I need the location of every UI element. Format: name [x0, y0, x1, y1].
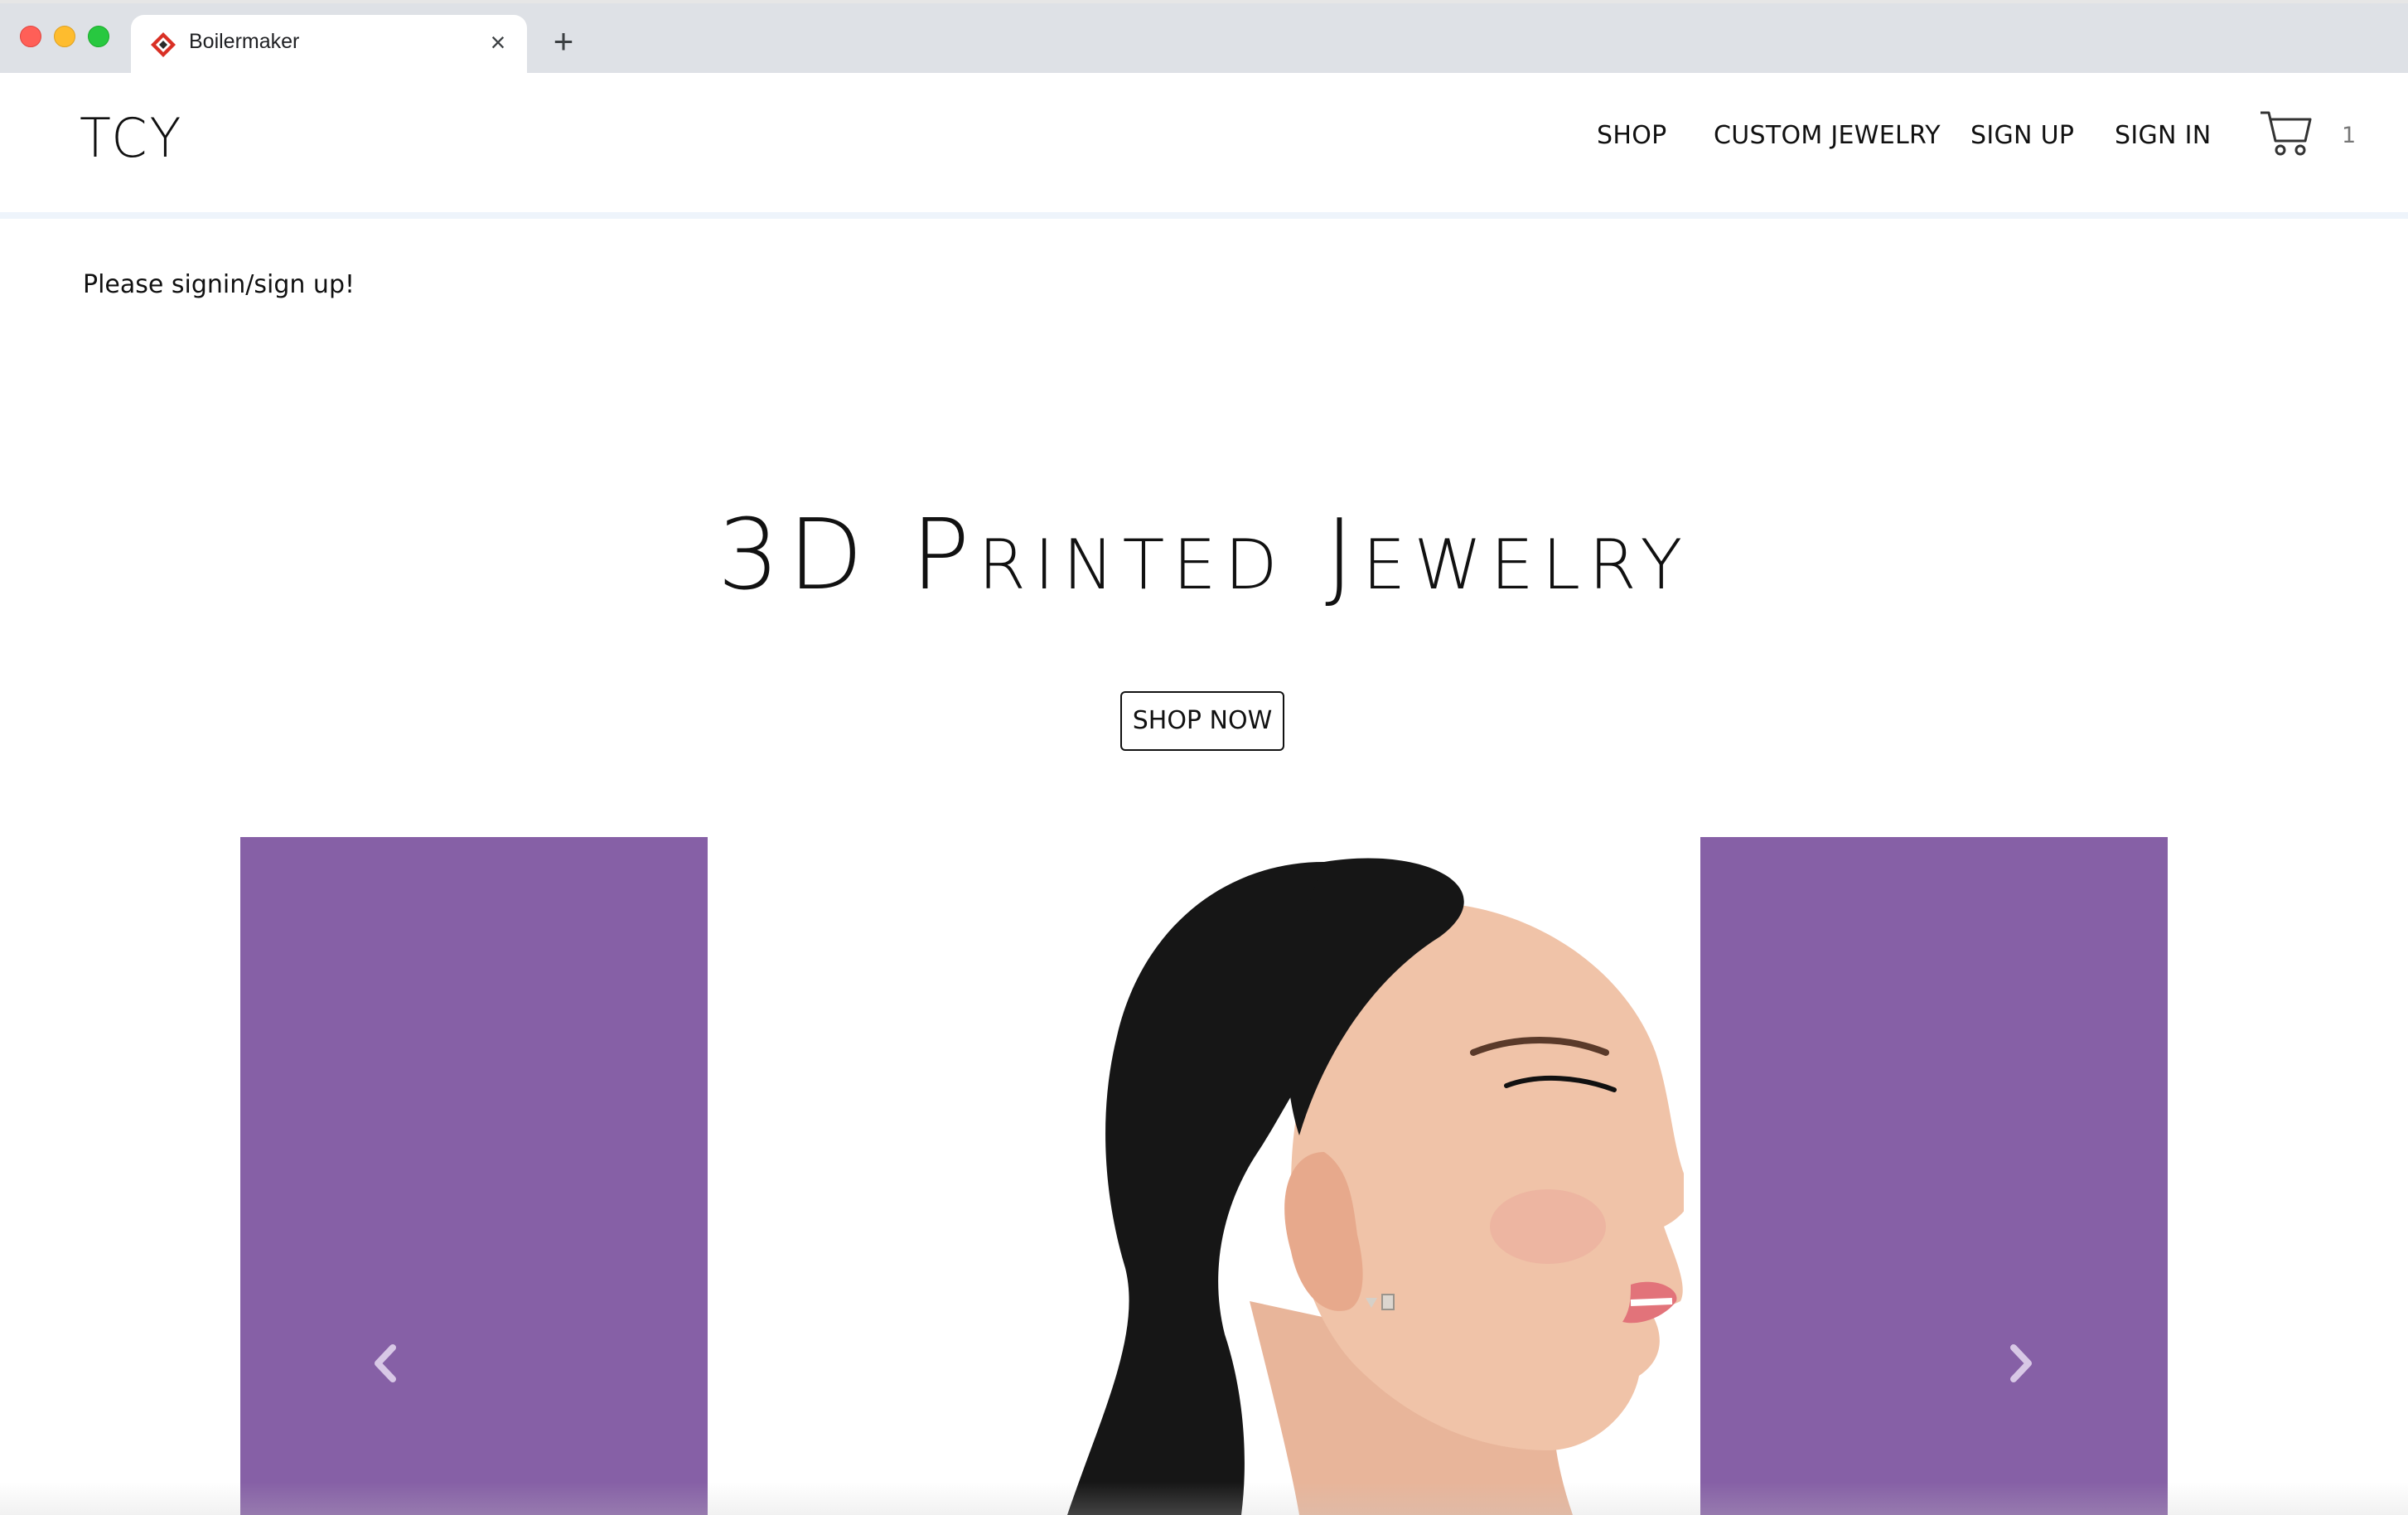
main-nav: SHOP CUSTOM JEWELRY SIGN UP SIGN IN — [0, 121, 2408, 162]
browser-tab[interactable]: Boilermaker × — [131, 15, 527, 73]
minimize-window-button[interactable] — [54, 26, 75, 47]
boilermaker-diamond-icon — [151, 32, 176, 57]
nav-sign-in-link[interactable]: SIGN IN — [2115, 121, 2212, 150]
cart-count-badge: 1 — [2342, 123, 2357, 148]
header-divider — [0, 212, 2408, 219]
nav-sign-up-link[interactable]: SIGN UP — [1970, 121, 2074, 150]
signin-prompt-message: Please signin/sign up! — [83, 270, 355, 299]
woman-profile-earring-photo — [976, 837, 1684, 1515]
nav-custom-jewelry-link[interactable]: CUSTOM JEWELRY — [1714, 121, 1941, 150]
chevron-right-icon[interactable] — [2005, 1343, 2038, 1384]
new-tab-button[interactable]: + — [547, 24, 580, 59]
carousel-panel-left — [240, 837, 708, 1515]
site-header: TCY SHOP CUSTOM JEWELRY SIGN UP SIGN IN … — [0, 73, 2408, 212]
browser-chrome: Boilermaker × + — [0, 0, 2408, 73]
chrome-top-edge — [0, 0, 2408, 3]
chevron-left-icon[interactable] — [368, 1343, 401, 1384]
cart-icon[interactable] — [2259, 108, 2314, 157]
tab-close-icon[interactable]: × — [484, 28, 512, 56]
hero-title: 3D Printed Jewelry — [717, 497, 1691, 612]
carousel-panel-right — [1700, 837, 2168, 1515]
shop-now-button[interactable]: SHOP NOW — [1120, 691, 1284, 751]
product-carousel — [0, 837, 2408, 1515]
nav-shop-link[interactable]: SHOP — [1597, 121, 1667, 150]
close-window-button[interactable] — [20, 26, 41, 47]
maximize-window-button[interactable] — [88, 26, 109, 47]
tab-title: Boilermaker — [189, 30, 300, 53]
